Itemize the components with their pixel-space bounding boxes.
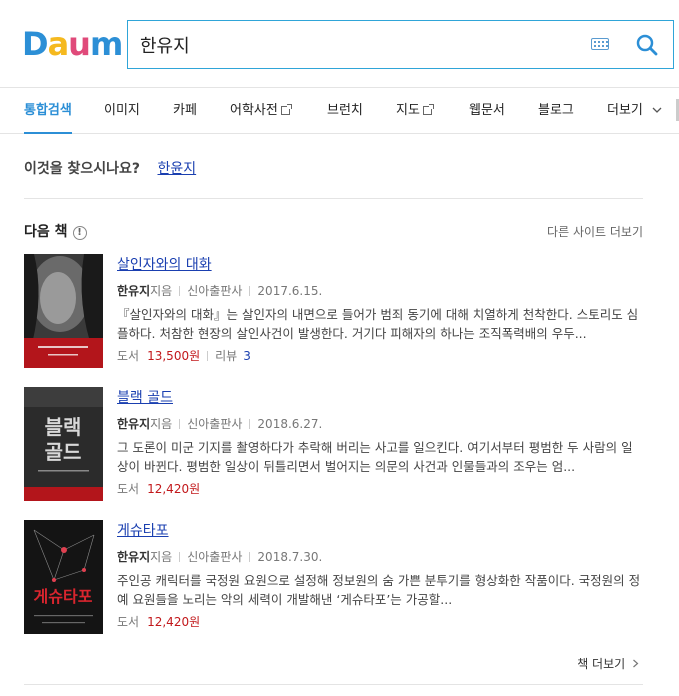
logo-letter-d: D [22, 25, 49, 63]
cover-title: 게슈타포 [34, 587, 93, 606]
book-cover-art [24, 254, 103, 368]
book-author[interactable]: 한유지 [117, 417, 150, 431]
book-item: 게슈타포 게슈타포 한유지지음 신아출판사 2018.7.30. 주인공 캐릭터를 … [24, 520, 644, 640]
tab-label: 웹문서 [469, 103, 505, 118]
divider [24, 198, 643, 199]
book-price: 13,500원 [147, 349, 201, 363]
tab-cafe[interactable]: 카페 [173, 89, 197, 134]
book-price: 12,420원 [147, 482, 201, 496]
section-title: 다음 책! [24, 221, 87, 241]
price-label: 도서 [117, 615, 140, 629]
book-publisher: 신아출판사 [187, 284, 243, 298]
tab-blog[interactable]: 블로그 [538, 89, 574, 134]
book-title-link[interactable]: 블랙 골드 [117, 387, 173, 407]
review-count[interactable]: 3 [243, 349, 251, 363]
book-date: 2018.7.30. [257, 550, 323, 564]
tab-web-documents[interactable]: 웹문서 [469, 89, 505, 134]
book-title-link[interactable]: 살인자와의 대화 [117, 254, 212, 274]
tab-label: 브런치 [327, 103, 363, 118]
suggestion-link[interactable]: 한윤지 [158, 161, 197, 177]
logo-letter-m: m [89, 25, 123, 63]
book-author[interactable]: 한유지 [117, 284, 150, 298]
tab-label: 어학사전 [230, 103, 278, 118]
book-cover-art: 게슈타포 [24, 520, 103, 634]
book-date: 2017.6.15. [257, 284, 323, 298]
book-item: 블랙 골드 블랙 골드 한유지지음 신아출판사 2018.6.27. 그 도론이 미… [24, 387, 644, 507]
keyboard-icon[interactable] [591, 38, 609, 50]
book-description: 그 도론이 미군 기지를 촬영하다가 추락해 버리는 사고를 일으킨다. 여기서… [117, 440, 633, 474]
tab-images[interactable]: 이미지 [104, 89, 140, 134]
tab-label: 지도 [396, 103, 420, 118]
book-cover-art: 블랙 골드 [24, 387, 103, 501]
search-box [127, 20, 674, 69]
tab-label: 이미지 [104, 103, 140, 118]
book-item: 살인자와의 대화 한유지지음 신아출판사 2017.6.15. 『살인자와의 대화』… [24, 254, 644, 374]
tab-label: 카페 [173, 103, 197, 118]
cover-title-line2: 골드 [45, 440, 82, 464]
search-button[interactable] [633, 31, 661, 59]
section-title-text: 다음 책 [24, 224, 68, 240]
tab-label: 블로그 [538, 103, 574, 118]
author-suffix: 지음 [150, 284, 173, 298]
external-link-icon [280, 104, 292, 115]
tab-label: 통합검색 [24, 103, 72, 118]
tab-label: 더보기 [607, 103, 643, 118]
tab-integrated-search[interactable]: 통합검색 [24, 89, 72, 134]
book-meta: 한유지지음 신아출판사 2018.6.27. [117, 415, 322, 432]
price-label: 도서 [117, 349, 140, 363]
book-publisher: 신아출판사 [187, 417, 243, 431]
daum-logo[interactable]: Daum [22, 25, 123, 63]
tab-map[interactable]: 지도 [396, 89, 434, 134]
author-suffix: 지음 [150, 550, 173, 564]
book-publisher: 신아출판사 [187, 550, 243, 564]
author-suffix: 지음 [150, 417, 173, 431]
suggestion-label: 이것을 찾으시나요? [24, 161, 141, 177]
book-price-row: 도서 12,420원 [117, 480, 200, 497]
book-description: 주인공 캐릭터를 국정원 요원으로 설정해 정보원의 숨 가쁜 분투기를 형상화… [117, 573, 641, 607]
book-author[interactable]: 한유지 [117, 550, 150, 564]
cover-title-line1: 블랙 [45, 415, 82, 439]
book-cover[interactable]: 블랙 골드 [24, 387, 103, 501]
book-meta: 한유지지음 신아출판사 2017.6.15. [117, 282, 322, 299]
tab-more[interactable]: 더보기 [607, 89, 662, 134]
spelling-suggestion: 이것을 찾으시나요? 한윤지 [24, 158, 196, 178]
external-link-icon [422, 104, 434, 115]
book-title-link[interactable]: 게슈타포 [117, 520, 169, 540]
chevron-right-icon [633, 659, 639, 668]
tab-brunch[interactable]: 브런치 [327, 89, 363, 134]
logo-letter-u: u [68, 25, 91, 63]
book-meta: 한유지지음 신아출판사 2018.7.30. [117, 548, 322, 565]
search-input[interactable] [140, 21, 580, 68]
search-tabs: 통합검색 이미지 카페 어학사전 브런치 지도 웹문서 블로그 더보기 [0, 89, 679, 134]
book-price: 12,420원 [147, 615, 201, 629]
review-label: 리뷰 [215, 349, 238, 363]
book-date: 2018.6.27. [257, 417, 323, 431]
price-label: 도서 [117, 482, 140, 496]
info-icon[interactable]: ! [72, 226, 87, 240]
book-description: 『살인자와의 대화』는 살인자의 내면으로 들어가 범죄 동기에 대해 치열하게… [117, 307, 639, 341]
search-icon [636, 34, 658, 56]
book-cover[interactable] [24, 254, 103, 368]
book-price-row: 도서 13,500원 리뷰 3 [117, 347, 251, 364]
book-cover[interactable]: 게슈타포 [24, 520, 103, 634]
divider [24, 684, 643, 685]
tab-dictionary[interactable]: 어학사전 [230, 89, 292, 134]
more-books-label: 책 더보기 [577, 657, 626, 671]
book-price-row: 도서 12,420원 [117, 613, 200, 630]
header: Daum [0, 0, 679, 88]
more-books-link[interactable]: 책 더보기 [577, 655, 639, 672]
more-sites-link[interactable]: 다른 사이트 더보기 [547, 223, 643, 240]
chevron-down-icon [652, 107, 662, 113]
logo-letter-a: a [47, 25, 70, 63]
